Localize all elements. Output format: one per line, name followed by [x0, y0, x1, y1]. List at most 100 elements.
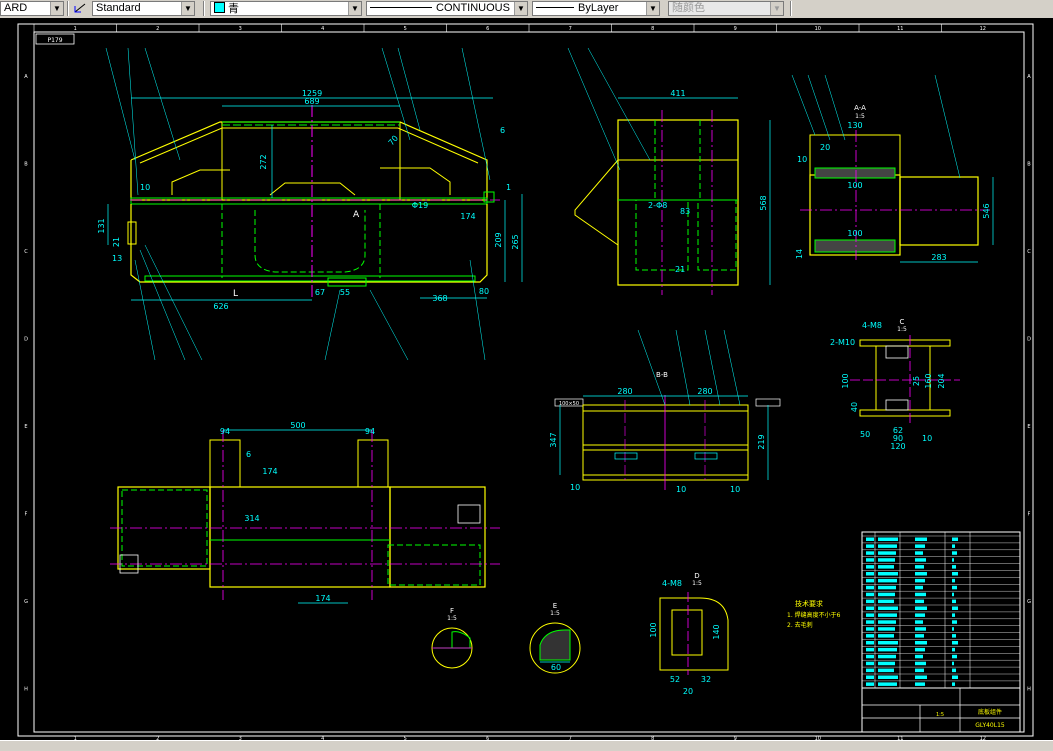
- dim-265: 265: [511, 234, 520, 249]
- parts-cell-text: [878, 675, 898, 679]
- chevron-down-icon[interactable]: ▼: [646, 2, 659, 15]
- plotstyle-dropdown[interactable]: 随颜色 ▼: [668, 1, 784, 16]
- grid-col-label: 3: [239, 26, 242, 32]
- parts-cell-text: [866, 613, 874, 617]
- dim-14: 14: [795, 249, 804, 259]
- parts-cell-text: [952, 620, 957, 624]
- detail-e-scale: 1:5: [550, 610, 560, 617]
- parts-cell-text: [915, 620, 923, 624]
- text-style-dropdown[interactable]: ARD ▼: [0, 1, 64, 16]
- dim-20-d: 20: [683, 687, 693, 696]
- parts-cell-text: [952, 647, 955, 652]
- chevron-down-icon[interactable]: ▼: [514, 2, 527, 15]
- parts-cell-text: [878, 558, 895, 562]
- drawing-canvas[interactable]: P179 1 1 2 2 3 3 4 4 5 5 6 6 7 7 8 8 9 9 10 10 11 11 12 12 A A B B C…: [0, 18, 1053, 740]
- title-block-name: 底板组件: [978, 708, 1002, 716]
- parts-cell-text: [915, 641, 927, 645]
- status-bar: [0, 740, 1053, 751]
- grid-col-label: 10: [815, 26, 821, 32]
- parts-cell-text: [915, 613, 925, 617]
- dim-131: 131: [97, 218, 106, 233]
- dim-style-value: Standard: [96, 2, 141, 14]
- parts-cell-text: [915, 606, 927, 610]
- dim-174a: 174: [262, 467, 277, 476]
- parts-cell-text: [866, 668, 874, 673]
- parts-cell-text: [952, 606, 958, 610]
- plotstyle-value: 随颜色: [672, 2, 705, 14]
- dim-160-c: 160: [924, 373, 933, 388]
- linetype-value: CONTINUOUS: [436, 2, 510, 14]
- dim-280b: 280: [697, 387, 712, 396]
- parts-cell-text: [878, 599, 894, 604]
- parts-cell-text: [952, 613, 955, 617]
- color-dropdown[interactable]: 青 ▼: [210, 1, 362, 16]
- toolbar-separator: [67, 1, 69, 16]
- section-mark-a: A: [353, 210, 360, 220]
- linetype-preview-icon: [370, 7, 432, 8]
- chevron-down-icon[interactable]: ▼: [348, 2, 361, 15]
- parts-cell-text: [866, 682, 874, 686]
- dim-689: 689: [304, 97, 319, 106]
- parts-cell-text: [952, 634, 956, 638]
- parts-cell-text: [866, 620, 874, 624]
- parts-cell-text: [866, 585, 874, 590]
- dim-style-dropdown[interactable]: Standard ▼: [92, 1, 195, 16]
- parts-cell-text: [878, 592, 895, 597]
- parts-cell-text: [866, 558, 874, 562]
- parts-cell-text: [915, 551, 923, 555]
- linetype-dropdown[interactable]: CONTINUOUS ▼: [366, 1, 528, 16]
- title-block: 底板组件 GLY40L15 1:5: [861, 531, 1021, 733]
- parts-cell-text: [915, 585, 923, 590]
- parts-cell-text: [952, 654, 957, 659]
- dimension-style-icon[interactable]: [74, 2, 86, 14]
- dim-100b: 100: [847, 229, 862, 238]
- chevron-down-icon[interactable]: ▼: [181, 2, 194, 15]
- dim-83: 83: [680, 207, 690, 216]
- grid-row-label: A: [24, 74, 28, 80]
- parts-cell-text: [866, 544, 874, 548]
- section-bb-title: B-B: [656, 371, 668, 379]
- grid-row-label: F: [1028, 511, 1031, 517]
- grid-col-label: 12: [980, 26, 986, 32]
- detail-c-scale: 1:5: [897, 326, 907, 333]
- parts-cell-text: [878, 641, 898, 645]
- detail-c: C 1:5 4-M8 2-M10 100 40 25 160 204 62 90…: [830, 318, 960, 451]
- grid-row-label: H: [24, 686, 28, 692]
- notes-line-1: 1. 焊缝高度不小于6: [787, 611, 841, 619]
- tech-notes: 技术要求 1. 焊缝高度不小于6 2. 去毛刺: [787, 599, 841, 629]
- lineweight-dropdown[interactable]: ByLayer ▼: [532, 1, 660, 16]
- grid-col-label: 4: [321, 26, 324, 32]
- parts-cell-text: [878, 565, 894, 569]
- chevron-down-icon[interactable]: ▼: [770, 2, 783, 15]
- parts-cell-text: [915, 544, 925, 548]
- side-view: 411 568 2-Φ8 83 21: [567, 47, 771, 295]
- dim-130: 130: [847, 121, 862, 130]
- parts-cell-text: [878, 661, 895, 666]
- dim-347: 347: [549, 432, 558, 447]
- detail-e: E 1:5 60: [529, 602, 581, 674]
- detail-d-title: D: [694, 572, 699, 580]
- grid-col-label: 7: [569, 26, 572, 32]
- dim-67: 67: [315, 288, 325, 297]
- parts-cell-text: [915, 634, 924, 638]
- detail-c-m8: 4-M8: [862, 321, 882, 330]
- dim-1: 1: [506, 183, 511, 192]
- parts-cell-text: [915, 682, 925, 686]
- title-block-scale: 1:5: [936, 712, 944, 718]
- chevron-down-icon[interactable]: ▼: [50, 2, 63, 15]
- grid-row-label: E: [1027, 424, 1030, 430]
- parts-cell-text: [866, 565, 874, 569]
- parts-cell-text: [866, 661, 874, 666]
- parts-cell-text: [866, 647, 874, 652]
- dim-100a: 100: [847, 181, 862, 190]
- parts-cell-text: [952, 537, 958, 541]
- parts-cell-text: [915, 668, 924, 673]
- dim-568: 568: [759, 195, 768, 210]
- dim-13: 13: [112, 254, 122, 263]
- dim-20-aa: 20: [820, 143, 830, 152]
- parts-cell-text: [878, 634, 894, 638]
- parts-cell-text: [915, 578, 925, 583]
- parts-cell-text: [878, 537, 898, 541]
- parts-cell-text: [915, 627, 926, 631]
- parts-cell-text: [952, 578, 955, 583]
